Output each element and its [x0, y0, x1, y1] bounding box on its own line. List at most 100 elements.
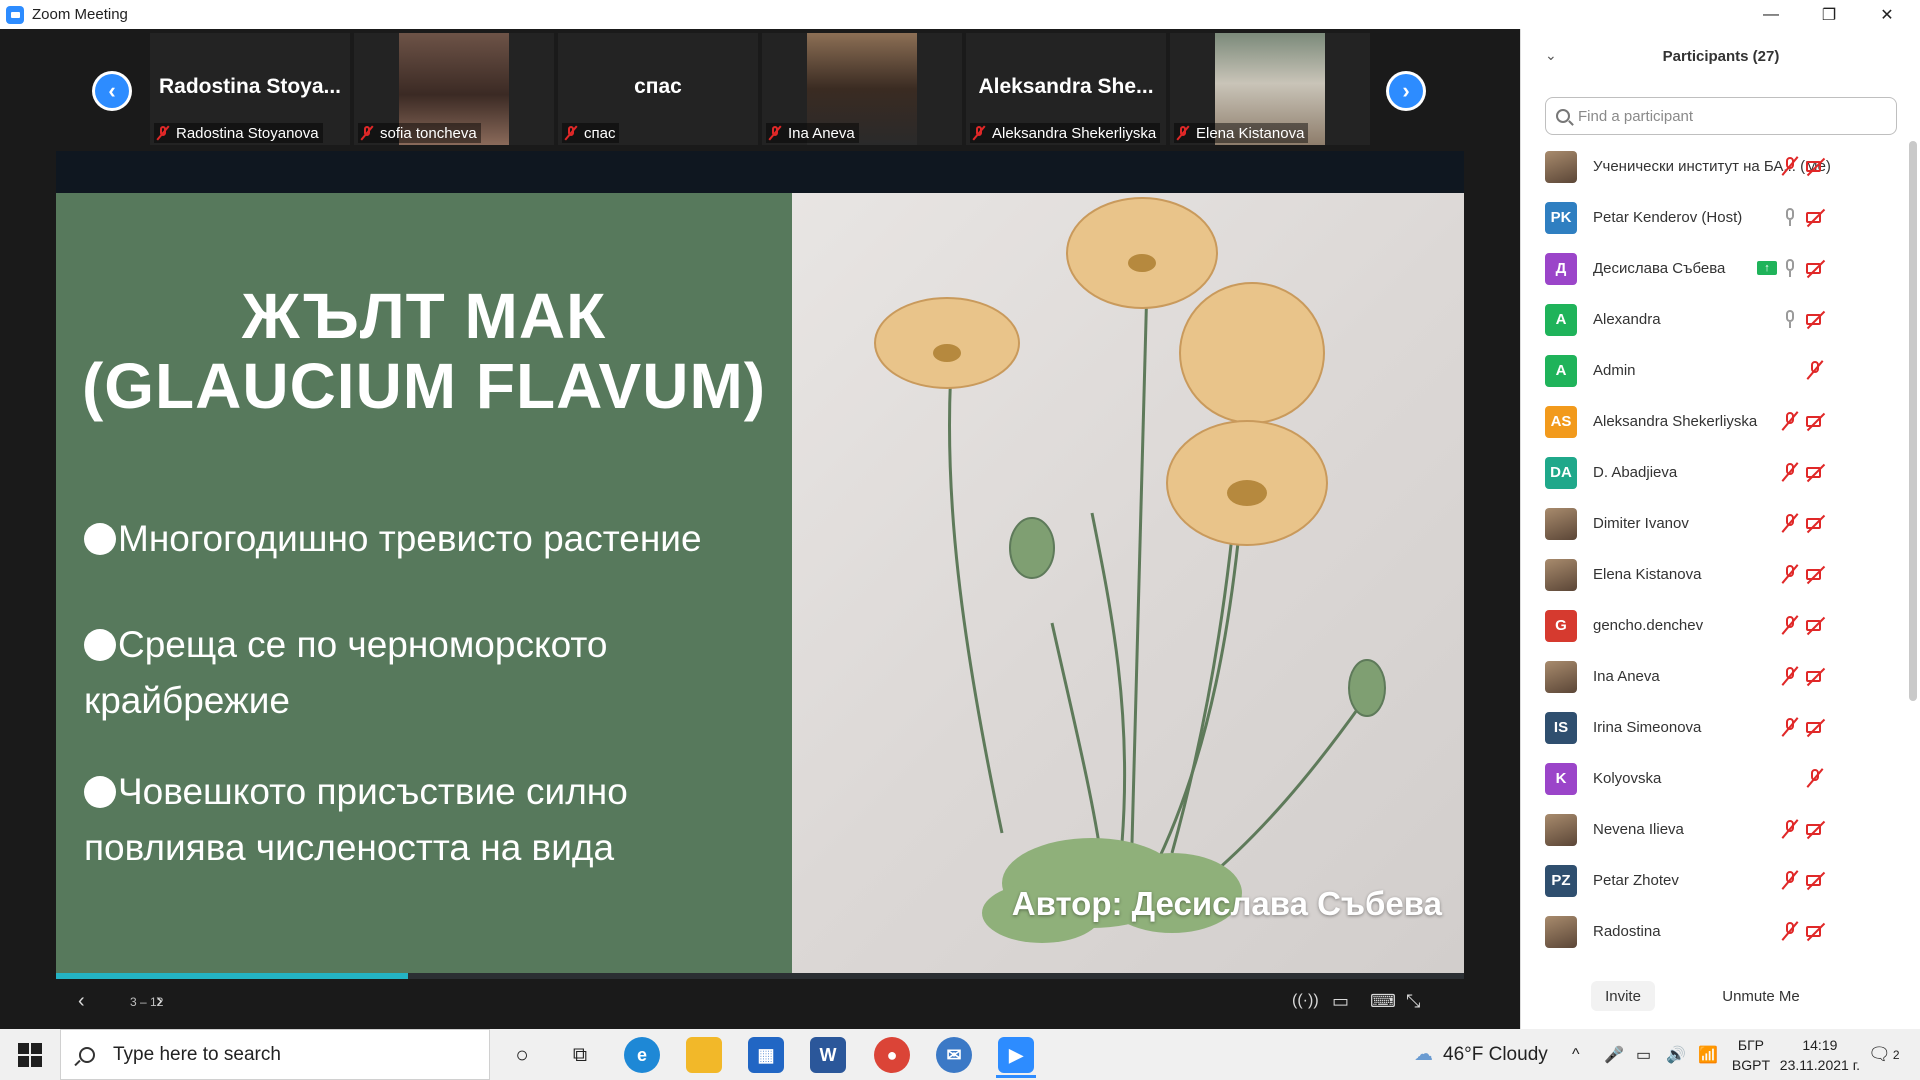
participant-row[interactable]: A Alexandra: [1521, 294, 1905, 345]
cortana-icon[interactable]: ○: [504, 1037, 540, 1073]
invite-button[interactable]: Invite: [1591, 981, 1655, 1011]
close-button[interactable]: ✕: [1858, 0, 1916, 29]
gallery-strip: ‹ Radostina Stoya... Radostina Stoyanova…: [0, 29, 1520, 147]
participant-search-input[interactable]: [1578, 107, 1878, 125]
keyboard-icon[interactable]: ⌨: [1370, 989, 1396, 1013]
participant-row[interactable]: Д Десислава Събева ↑: [1521, 243, 1905, 294]
video-off-icon[interactable]: [1805, 565, 1827, 583]
video-off-icon[interactable]: [1805, 208, 1827, 226]
participant-row[interactable]: PK Petar Kenderov (Host): [1521, 192, 1905, 243]
video-off-icon[interactable]: [1805, 412, 1827, 430]
language-indicator[interactable]: БГР BGPT: [1732, 1035, 1770, 1075]
unmute-me-button[interactable]: Unmute Me: [1701, 981, 1821, 1011]
taskbar-search[interactable]: Type here to search: [60, 1029, 490, 1080]
muted-mic-icon[interactable]: [1781, 156, 1799, 176]
participant-row[interactable]: Elena Kistanova: [1521, 549, 1905, 600]
participant-row[interactable]: K Kolyovska: [1521, 753, 1905, 804]
muted-mic-icon[interactable]: [1781, 717, 1799, 737]
store-icon[interactable]: ▦: [748, 1037, 784, 1073]
participant-name: Dimiter Ivanov: [1593, 515, 1689, 532]
video-tile[interactable]: Aleksandra She... Aleksandra Shekerliysk…: [966, 33, 1166, 145]
muted-mic-icon[interactable]: [1781, 870, 1799, 890]
tile-label: спас: [562, 123, 620, 143]
participant-row[interactable]: Nevena Ilieva: [1521, 804, 1905, 855]
mic-icon[interactable]: [1781, 207, 1799, 227]
participant-row[interactable]: PZ Petar Zhotev: [1521, 855, 1905, 906]
video-off-icon[interactable]: [1805, 871, 1827, 889]
participant-row[interactable]: Dimiter Ivanov: [1521, 498, 1905, 549]
video-off-icon[interactable]: [1805, 667, 1827, 685]
video-off-icon[interactable]: [1805, 922, 1827, 940]
muted-mic-icon[interactable]: [1781, 921, 1799, 941]
audio-signal-icon[interactable]: ((·)): [1292, 989, 1319, 1013]
video-off-icon[interactable]: [1805, 259, 1827, 277]
tile-label: Radostina Stoyanova: [154, 123, 323, 143]
participant-row[interactable]: Ina Aneva: [1521, 651, 1905, 702]
notifications-icon[interactable]: 🗨 2: [1868, 1029, 1900, 1080]
video-off-icon[interactable]: [1805, 718, 1827, 736]
muted-mic-icon[interactable]: [1806, 360, 1824, 380]
network-icon[interactable]: 📶: [1698, 1029, 1718, 1080]
video-tile[interactable]: sofia toncheva: [354, 33, 554, 145]
slide-text-panel: ЖЪЛТ МАК (GLAUCIUM FLAVUM) Многогодишно …: [56, 193, 792, 973]
maximize-button[interactable]: ❐: [1800, 0, 1858, 29]
gallery-prev-button[interactable]: ‹: [92, 71, 132, 111]
muted-mic-icon[interactable]: [1781, 564, 1799, 584]
mic-icon[interactable]: [1781, 309, 1799, 329]
muted-mic-icon[interactable]: [1781, 615, 1799, 635]
file-explorer-icon[interactable]: [686, 1037, 722, 1073]
slide-bullet: Среща се по черноморското крайбрежие: [84, 624, 608, 721]
battery-icon[interactable]: ▭: [1636, 1029, 1651, 1080]
participant-row[interactable]: IS Irina Simeonova: [1521, 702, 1905, 753]
volume-icon[interactable]: 🔊: [1666, 1029, 1686, 1080]
participant-row[interactable]: Ggencho.denchev: [1521, 600, 1905, 651]
participant-row[interactable]: DA D. Abadjieva: [1521, 447, 1905, 498]
video-tile[interactable]: Radostina Stoya... Radostina Stoyanova: [150, 33, 350, 145]
tile-big-name: спас: [634, 75, 682, 98]
taskbar-clock[interactable]: 14:19 23.11.2021 г.: [1780, 1035, 1860, 1075]
minimize-button[interactable]: —: [1742, 0, 1800, 29]
participant-list-scrollbar[interactable]: [1909, 141, 1917, 701]
next-slide-button[interactable]: ›: [156, 989, 163, 1013]
participant-row[interactable]: Radostina: [1521, 906, 1905, 957]
video-tile[interactable]: Elena Kistanova: [1170, 33, 1370, 145]
screen-share-icon: ↑: [1757, 261, 1777, 275]
word-icon[interactable]: W: [810, 1037, 846, 1073]
muted-mic-icon: [360, 125, 374, 141]
chrome-icon[interactable]: ●: [874, 1037, 910, 1073]
muted-mic-icon[interactable]: [1781, 666, 1799, 686]
participant-search[interactable]: [1545, 97, 1897, 135]
muted-mic-icon[interactable]: [1781, 411, 1799, 431]
muted-mic-icon: [972, 125, 986, 141]
taskbar-search-placeholder: Type here to search: [113, 1043, 281, 1065]
weather-widget[interactable]: ☁ 46°F Cloudy: [1414, 1029, 1548, 1080]
video-off-icon[interactable]: [1805, 820, 1827, 838]
muted-mic-icon[interactable]: [1781, 513, 1799, 533]
participant-row[interactable]: A Admin: [1521, 345, 1905, 396]
windows-start-icon[interactable]: [18, 1043, 42, 1067]
video-off-icon[interactable]: [1805, 514, 1827, 532]
gallery-next-button[interactable]: ›: [1386, 71, 1426, 111]
video-tile[interactable]: спас спас: [558, 33, 758, 145]
video-off-icon[interactable]: [1805, 463, 1827, 481]
video-off-icon[interactable]: [1805, 157, 1827, 175]
cloud-icon: ☁: [1414, 1044, 1433, 1065]
video-tile[interactable]: Ina Aneva: [762, 33, 962, 145]
muted-mic-icon[interactable]: [1806, 768, 1824, 788]
muted-mic-icon[interactable]: [1781, 462, 1799, 482]
task-view-icon[interactable]: ⧉: [562, 1037, 598, 1073]
thunderbird-icon[interactable]: ✉: [936, 1037, 972, 1073]
exit-fullscreen-icon[interactable]: ⤡: [1406, 989, 1420, 1013]
zoom-icon[interactable]: ▶: [998, 1037, 1034, 1073]
muted-mic-icon[interactable]: [1781, 819, 1799, 839]
window-mode-icon[interactable]: ▭: [1332, 989, 1349, 1013]
participant-row[interactable]: Ученически институт на БА... (Me): [1521, 141, 1905, 192]
video-off-icon[interactable]: [1805, 616, 1827, 634]
video-off-icon[interactable]: [1805, 310, 1827, 328]
microphone-tray-icon[interactable]: 🎤: [1604, 1029, 1624, 1080]
edge-icon[interactable]: e: [624, 1037, 660, 1073]
participant-row[interactable]: AS Aleksandra Shekerliyska: [1521, 396, 1905, 447]
mic-icon[interactable]: [1781, 258, 1799, 278]
tray-chevron-icon[interactable]: ^: [1572, 1029, 1580, 1080]
prev-slide-button[interactable]: ‹: [78, 989, 85, 1013]
